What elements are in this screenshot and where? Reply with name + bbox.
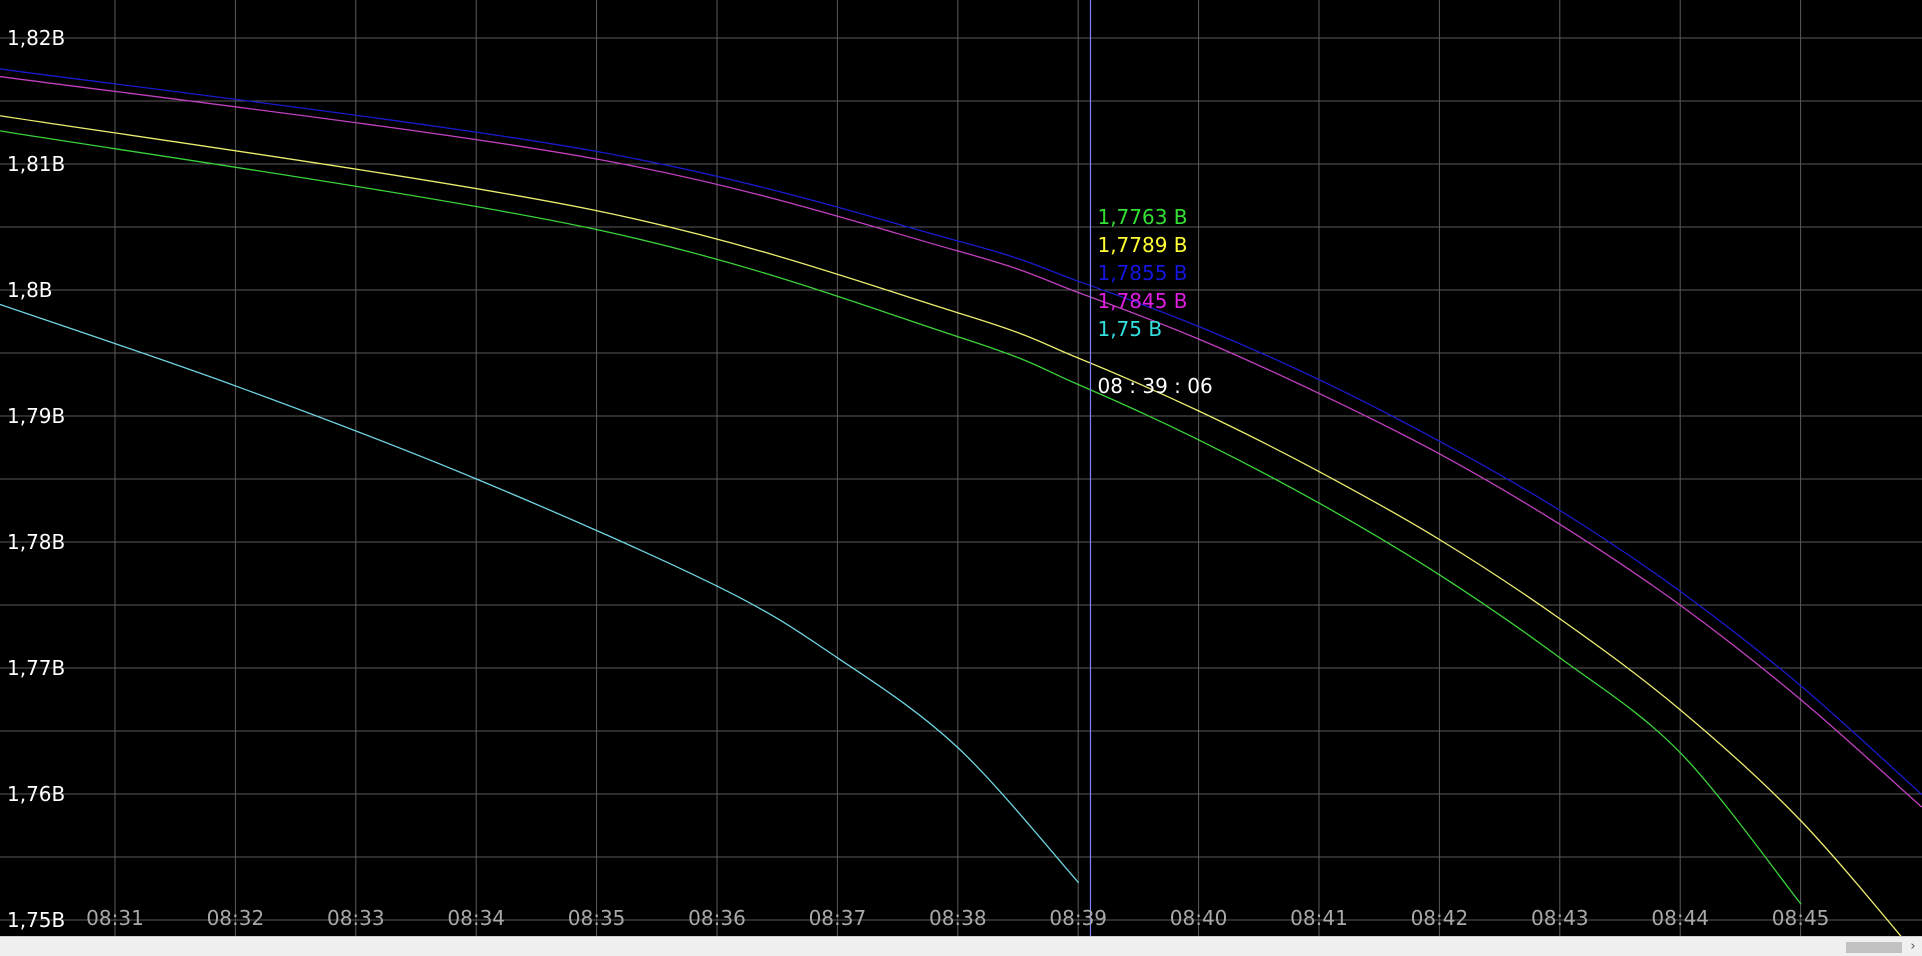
series-4-point	[1799, 698, 1802, 701]
series-5-point	[234, 385, 236, 387]
readout-time: 08 : 39 : 06	[1097, 374, 1212, 398]
series-1-point	[1198, 439, 1200, 441]
voltage-chart: 1,82B 1,81B 1,8B 1,79B 1,78B 1,77B 1,76B 1,75B …	[0, 0, 1922, 956]
series-4-point	[595, 158, 598, 160]
series-3-point	[1198, 325, 1200, 328]
series-line-1	[0, 130, 1802, 905]
series-1-point	[1559, 657, 1561, 659]
series-5-point	[475, 478, 478, 480]
x-tick-label: 08:37	[809, 906, 867, 930]
y-tick-label: 1,76B	[7, 782, 65, 806]
series-2-point	[1799, 819, 1802, 822]
series-4-point	[1198, 338, 1200, 340]
series-4-point	[1438, 453, 1441, 455]
x-tick-label: 08:32	[207, 906, 265, 930]
series-3-point	[1077, 280, 1079, 283]
x-tick-label: 08:38	[929, 906, 987, 930]
x-tick-label: 08:44	[1651, 906, 1709, 930]
x-tick-label: 08:45	[1772, 906, 1830, 930]
series-1-point	[956, 335, 959, 338]
series-3-point	[1679, 590, 1681, 592]
readout-value: 1,7763 B	[1097, 205, 1187, 229]
series-1-point	[1077, 383, 1079, 386]
readout-value: 1,7855 B	[1097, 261, 1187, 285]
series-5-point	[956, 746, 959, 749]
horizontal-scrollbar[interactable]: ›	[0, 936, 1922, 956]
series-1-point	[1438, 574, 1441, 576]
cursor-readout: 1,7763 B 1,7789 B 1,7855 B 1,7845 B 1,75 B 08…	[1097, 205, 1212, 398]
x-tick-label: 08:33	[327, 906, 385, 930]
scrollbar-thumb[interactable]	[1846, 942, 1902, 953]
series-3-point	[1559, 509, 1561, 512]
series-line-2	[0, 115, 1902, 936]
y-tick-label: 1,81B	[7, 152, 65, 176]
series-2-point	[1318, 470, 1320, 473]
x-tick-label: 08:43	[1531, 906, 1589, 930]
series-line-3	[0, 68, 1922, 795]
y-tick-label: 1,8B	[7, 278, 53, 302]
x-tick-label: 08:39	[1049, 906, 1107, 930]
series-5-point	[1077, 881, 1079, 883]
series-2-point	[1438, 538, 1441, 541]
series-2-point	[1077, 357, 1079, 359]
series-lines	[0, 68, 1922, 936]
readout-value: 1,75 B	[1097, 317, 1162, 341]
x-tick-label: 08:34	[447, 906, 505, 930]
series-2-point	[1198, 410, 1200, 412]
series-3-point	[1438, 440, 1441, 443]
y-tick-label: 1,77B	[7, 656, 65, 680]
series-1-point	[1799, 902, 1802, 905]
series-3-point	[595, 150, 598, 153]
series-4-point	[1679, 604, 1681, 606]
y-tick-label: 1,79B	[7, 404, 65, 428]
y-tick-label: 1,75B	[7, 908, 65, 932]
series-5-point	[716, 585, 718, 587]
y-tick-label: 1,78B	[7, 530, 65, 554]
x-tick-label: 08:41	[1290, 906, 1348, 930]
series-3-point	[1799, 684, 1802, 687]
plot-area[interactable]: 1,82B1,81B1,8B1,79B1,78B1,77B1,76B1,75B …	[0, 0, 1922, 936]
series-1-point	[1318, 502, 1320, 504]
series-2-point	[956, 311, 959, 314]
series-line-4	[0, 75, 1922, 808]
series-2-point	[595, 209, 598, 212]
series-2-point	[1559, 618, 1561, 620]
x-tick-label: 08:40	[1170, 906, 1228, 930]
series-4-point	[956, 250, 959, 252]
series-3-point	[956, 240, 959, 242]
x-tick-label: 08:35	[568, 906, 626, 930]
series-4-point	[1077, 291, 1079, 294]
series-3-point	[1318, 378, 1320, 381]
series-2-point	[1679, 708, 1681, 711]
series-4-point	[1559, 523, 1561, 526]
readout-value: 1,7845 B	[1097, 289, 1187, 313]
x-tick-label: 08:36	[688, 906, 746, 930]
readout-value: 1,7789 B	[1097, 233, 1187, 257]
series-4-point	[1318, 392, 1320, 395]
x-tick-labels: 08:31 08:32 08:33 08:34 08:35 08:36 08:37 08:38…	[86, 906, 1829, 930]
x-tick-label: 08:31	[86, 906, 144, 930]
series-1-point	[1679, 751, 1681, 754]
y-tick-label: 1,82B	[7, 26, 65, 50]
series-line-5	[0, 303, 1079, 883]
series-1-point	[595, 228, 598, 231]
x-tick-label: 08:42	[1411, 906, 1469, 930]
series-5-point	[836, 657, 839, 659]
scroll-right-arrow-icon[interactable]: ›	[1904, 937, 1922, 956]
grid-lines	[0, 0, 1922, 936]
